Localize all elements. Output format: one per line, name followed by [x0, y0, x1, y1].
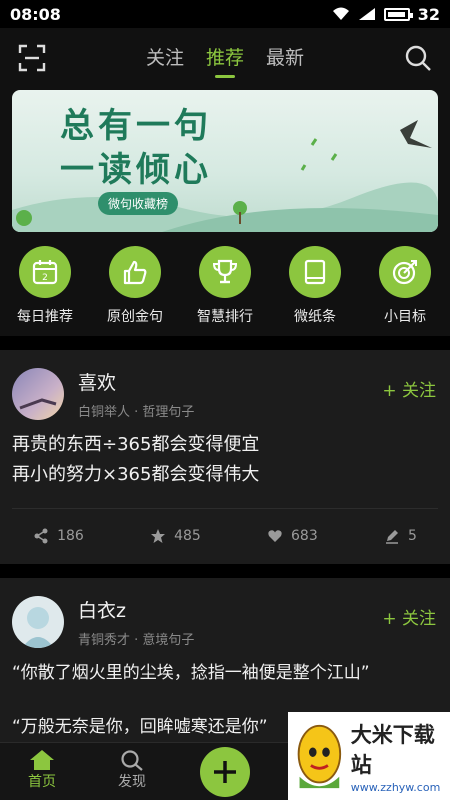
- edit-action[interactable]: 5: [384, 528, 417, 544]
- calendar-icon: 2: [19, 246, 71, 298]
- post-text-line: 再贵的东西÷365都会变得便宜: [12, 434, 260, 455]
- follow-button[interactable]: + 关注: [382, 604, 436, 629]
- section-divider: [0, 336, 450, 350]
- add-button[interactable]: [200, 747, 250, 797]
- shortcut-label: 每日推荐: [17, 309, 73, 325]
- like-count: 683: [291, 528, 318, 544]
- card-separator: [12, 508, 438, 509]
- follow-button[interactable]: + 关注: [382, 376, 436, 401]
- pen-icon: [385, 530, 398, 544]
- battery-icon: [383, 7, 413, 21]
- nav-discover[interactable]: 发现: [118, 749, 146, 791]
- watermark-title: 大米下载站: [350, 722, 435, 777]
- home-icon: [30, 750, 54, 770]
- search-icon[interactable]: [404, 44, 432, 72]
- post-text[interactable]: 再贵的东西÷365都会变得便宜 再小的努力×365都会变得伟大: [12, 430, 259, 490]
- corn-logo-icon: [297, 724, 342, 789]
- shortcut-label: 微纸条: [294, 309, 336, 325]
- banner-title-line2: 一读倾心: [60, 150, 212, 190]
- post-actions: 186 485 683 5: [0, 528, 450, 544]
- tab-recommended[interactable]: 推荐: [206, 43, 244, 78]
- shortcut-label: 智慧排行: [197, 309, 253, 325]
- shortcut-original[interactable]: 原创金句: [95, 246, 175, 332]
- shortcut-goal[interactable]: 小目标: [365, 246, 445, 332]
- share-count: 186: [57, 528, 84, 544]
- status-time: 08:08: [10, 4, 61, 24]
- trophy-icon: [199, 246, 251, 298]
- banner-tag: 微句收藏榜: [98, 192, 179, 215]
- banner-title: 总有一句 一读倾心: [60, 104, 212, 192]
- watermark: 大米下载站 www.zzhyw.com: [288, 712, 450, 800]
- promo-banner[interactable]: 总有一句 一读倾心 微句收藏榜: [12, 90, 438, 232]
- user-meta: 青铜秀才 · 意境句子: [78, 633, 195, 648]
- feed-tabs: 关注 推荐 最新: [146, 43, 304, 78]
- shortcut-notes[interactable]: 微纸条: [275, 246, 355, 332]
- battery-level: 32: [417, 4, 440, 24]
- signal-icon: [358, 8, 375, 20]
- wifi-icon: [332, 7, 349, 20]
- avatar[interactable]: [12, 368, 64, 420]
- discover-icon: [121, 750, 143, 771]
- share-action[interactable]: 186: [33, 528, 84, 544]
- shortcut-label: 原创金句: [107, 309, 163, 325]
- book-icon: [289, 246, 341, 298]
- user-meta: 白铜举人 · 哲理句子: [78, 405, 195, 420]
- thumbs-up-icon: [109, 246, 161, 298]
- shortcut-ranking[interactable]: 智慧排行: [185, 246, 265, 332]
- nav-home[interactable]: 首页: [28, 749, 56, 791]
- post-header: 喜欢 白铜举人 · 哲理句子: [12, 368, 194, 420]
- avatar[interactable]: [12, 596, 64, 648]
- watermark-url: www.zzhyw.com: [350, 780, 441, 794]
- like-action[interactable]: 683: [267, 528, 318, 544]
- post-text-line: 再小的努力×365都会变得伟大: [12, 464, 260, 485]
- shortcut-label: 小目标: [384, 309, 426, 325]
- status-bar: 08:08 32: [0, 0, 450, 28]
- plus-icon: [214, 761, 236, 783]
- target-icon: [379, 246, 431, 298]
- shortcut-daily[interactable]: 2 每日推荐: [5, 246, 85, 332]
- shortcut-row: 2 每日推荐 原创金句 智慧排行 微纸条 小目标: [0, 246, 450, 332]
- star-count: 485: [174, 528, 201, 544]
- section-divider: [0, 564, 450, 578]
- star-action[interactable]: 485: [150, 528, 201, 544]
- user-name[interactable]: 白衣z: [78, 596, 194, 623]
- tab-latest[interactable]: 最新: [266, 43, 304, 76]
- nav-discover-label: 发现: [118, 774, 146, 790]
- status-icons: 32: [332, 5, 440, 24]
- share-icon: [34, 528, 48, 544]
- nav-home-label: 首页: [28, 774, 56, 790]
- edit-count: 5: [407, 528, 417, 544]
- user-name[interactable]: 喜欢: [78, 368, 194, 395]
- heart-icon: [268, 530, 282, 542]
- star-icon: [151, 529, 166, 543]
- post-text-line: “你散了烟火里的尘埃，捻指一袖便是整个江山”: [12, 663, 370, 683]
- calendar-day: 2: [42, 273, 48, 283]
- tab-following[interactable]: 关注: [146, 43, 184, 76]
- post-header: 白衣z 青铜秀才 · 意境句子: [12, 596, 194, 648]
- banner-title-line1: 总有一句: [60, 106, 212, 146]
- top-nav: 关注 推荐 最新: [0, 28, 450, 90]
- scan-icon[interactable]: [18, 44, 46, 72]
- post-card[interactable]: 喜欢 白铜举人 · 哲理句子 + 关注 再贵的东西÷365都会变得便宜 再小的努…: [0, 350, 450, 564]
